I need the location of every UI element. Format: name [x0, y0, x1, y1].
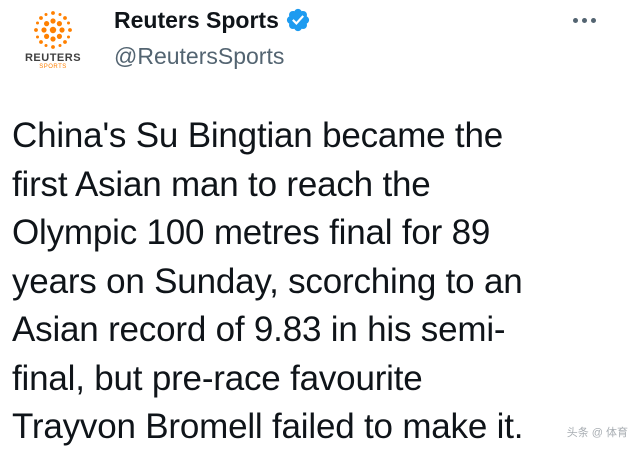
author-handle[interactable]: @ReutersSports [114, 42, 284, 70]
more-dot [572, 17, 578, 23]
avatar-brand-text: REUTERS [24, 52, 82, 64]
reuters-dot-logo-icon [34, 11, 72, 49]
more-dot [581, 17, 587, 23]
more-dot [590, 17, 596, 23]
avatar-sub-text: SPORTS [39, 64, 67, 70]
tweet-card: REUTERS SPORTS Reuters Sports @ReutersSp… [0, 0, 640, 448]
watermark: 头条 @ 体育 [566, 427, 628, 439]
author-display-name[interactable]: Reuters Sports [114, 6, 279, 34]
tweet-text: China's Su Bingtian became the first Asi… [12, 116, 524, 446]
avatar[interactable]: REUTERS SPORTS [8, 4, 98, 80]
verified-badge-icon [286, 8, 309, 32]
author-name-row: Reuters Sports [114, 6, 311, 34]
more-options-icon[interactable] [566, 8, 602, 32]
